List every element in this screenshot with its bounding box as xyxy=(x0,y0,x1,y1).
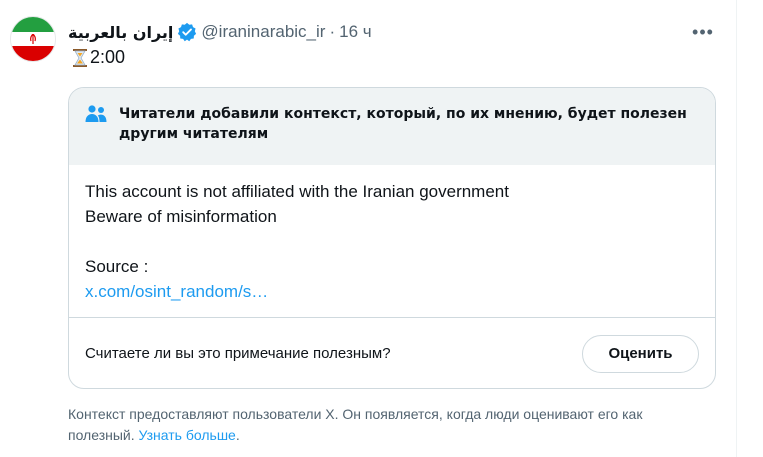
note-source-label: Source : xyxy=(85,257,149,276)
more-icon: ••• xyxy=(692,21,714,42)
flag-emblem-icon xyxy=(30,34,36,44)
note-source-link[interactable]: x.com/osint_random/s… xyxy=(85,279,699,304)
flag-green-band xyxy=(11,17,55,32)
context-disclaimer: Контекст предоставляют пользователи X. О… xyxy=(68,404,708,446)
tweet-text-content: 2:00 xyxy=(90,47,126,67)
community-note-card: Читатели добавили контекст, который, по … xyxy=(68,87,716,389)
disclaimer-end: . xyxy=(235,427,240,443)
hourglass-icon xyxy=(72,48,88,68)
flag-red-band xyxy=(11,46,55,61)
more-options-button[interactable]: ••• xyxy=(690,20,716,44)
column-divider xyxy=(736,0,737,457)
tweet-text: 2:00 xyxy=(72,47,125,68)
verified-badge-icon xyxy=(177,22,197,42)
note-blank-line xyxy=(85,229,699,254)
community-note-title: Читатели добавили контекст, который, по … xyxy=(119,106,687,142)
community-note-body: This account is not affiliated with the … xyxy=(69,165,715,317)
rate-button[interactable]: Оценить xyxy=(582,334,699,373)
tweet-header: إيران بالعربية @iraninarabic_ir · 16 ч xyxy=(68,20,372,44)
display-name[interactable]: إيران بالعربية xyxy=(68,23,173,42)
community-note-header: Читатели добавили контекст, который, по … xyxy=(69,88,715,165)
note-line-2: Beware of misinformation xyxy=(85,207,277,226)
learn-more-link[interactable]: Узнать больше xyxy=(139,427,236,443)
community-people-icon xyxy=(85,105,107,122)
user-handle[interactable]: @iraninarabic_ir xyxy=(201,22,325,42)
rate-question: Считаете ли вы это примечание полезным? xyxy=(85,345,391,362)
avatar[interactable] xyxy=(10,16,56,62)
community-note-rating: Считаете ли вы это примечание полезным? … xyxy=(69,317,715,388)
post-time[interactable]: 16 ч xyxy=(339,22,372,42)
note-line-1: This account is not affiliated with the … xyxy=(85,182,509,201)
separator-dot: · xyxy=(329,22,336,41)
